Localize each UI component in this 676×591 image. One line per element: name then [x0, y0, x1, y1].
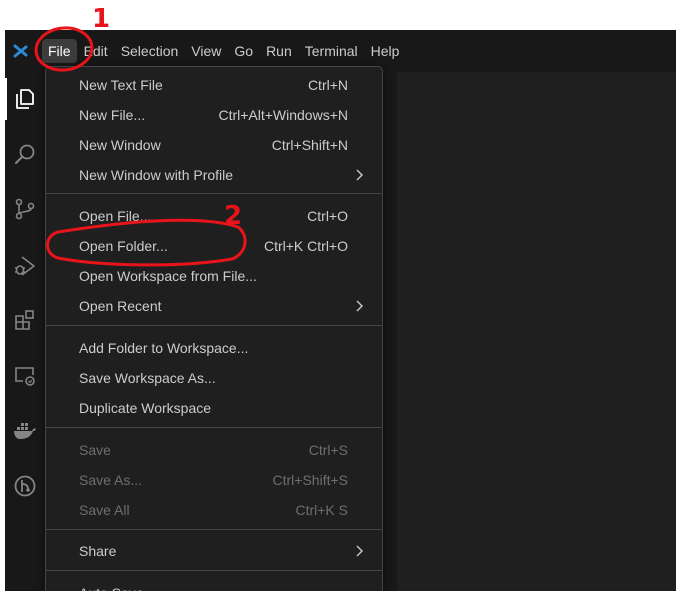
menu-item-shortcut: Ctrl+Alt+Windows+N: [218, 107, 348, 123]
menu-separator: [46, 193, 382, 194]
menu-view[interactable]: View: [185, 39, 227, 63]
menu-item-label: Save Workspace As...: [79, 370, 216, 386]
menu-item-add-folder-to-workspace[interactable]: Add Folder to Workspace...: [46, 334, 382, 362]
menu-file[interactable]: File: [42, 39, 77, 63]
file-menu: New Text File Ctrl+N New File... Ctrl+Alt+W…: [45, 66, 383, 591]
menu-item-save-workspace-as[interactable]: Save Workspace As...: [46, 364, 382, 392]
menu-item-label: Open Recent: [79, 298, 162, 314]
menu-item-label: Add Folder to Workspace...: [79, 340, 249, 356]
menu-item-label: Duplicate Workspace: [79, 400, 212, 416]
menu-item-label: Open Workspace from File...: [79, 268, 257, 284]
menu-item-shortcut: Ctrl+Shift+N: [271, 137, 348, 153]
menu-separator: [46, 570, 382, 571]
menu-item-new-file[interactable]: New File... Ctrl+Alt+Windows+N: [46, 101, 382, 129]
remote-explorer-icon[interactable]: [11, 362, 39, 390]
menu-item-duplicate-workspace[interactable]: Duplicate Workspace: [46, 394, 382, 422]
menu-item-label: New Window with Profile: [79, 167, 234, 183]
menu-item-open-folder[interactable]: Open Folder... Ctrl+K Ctrl+O: [46, 232, 382, 260]
menu-item-save[interactable]: Save Ctrl+S: [46, 436, 382, 464]
source-control-icon[interactable]: [11, 195, 39, 223]
menu-item-shortcut: Ctrl+N: [307, 77, 348, 93]
menu-item-save-all[interactable]: Save All Ctrl+K S: [46, 496, 382, 524]
docker-icon[interactable]: [11, 417, 39, 445]
menu-item-save-as[interactable]: Save As... Ctrl+Shift+S: [46, 466, 382, 494]
menu-item-new-window[interactable]: New Window Ctrl+Shift+N: [46, 131, 382, 159]
menu-item-shortcut: Ctrl+O: [307, 208, 348, 224]
run-debug-icon[interactable]: [11, 252, 39, 280]
menu-item-label: New Text File: [79, 77, 163, 93]
menu-separator: [46, 325, 382, 326]
menu-item-open-file[interactable]: Open File... Ctrl+O: [46, 202, 382, 230]
menu-item-label: Auto Save: [79, 585, 144, 591]
menu-item-share[interactable]: Share: [46, 537, 382, 565]
menu-go[interactable]: Go: [228, 39, 259, 63]
extensions-icon[interactable]: [11, 306, 39, 334]
menu-item-shortcut: Ctrl+Shift+S: [272, 472, 348, 488]
menu-item-label: Save As...: [79, 472, 143, 488]
explorer-icon[interactable]: [5, 78, 39, 120]
gitlens-icon[interactable]: [11, 472, 39, 500]
menu-item-label: New File...: [79, 107, 146, 123]
menu-item-new-text-file[interactable]: New Text File Ctrl+N: [46, 71, 382, 99]
chevron-right-icon: [356, 169, 363, 181]
menu-item-shortcut: Ctrl+S: [308, 442, 348, 458]
menu-item-label: Save All: [79, 502, 130, 518]
search-icon[interactable]: [11, 140, 39, 168]
menu-item-open-workspace-from-file[interactable]: Open Workspace from File...: [46, 262, 382, 290]
editor-area: [397, 72, 676, 591]
menu-run[interactable]: Run: [260, 39, 298, 63]
menu-item-open-recent[interactable]: Open Recent: [46, 292, 382, 320]
menu-item-label: Open Folder...: [79, 238, 168, 254]
menu-help[interactable]: Help: [365, 39, 406, 63]
menu-item-shortcut: Ctrl+K Ctrl+O: [263, 238, 348, 254]
menu-item-new-window-with-profile[interactable]: New Window with Profile: [46, 161, 382, 189]
menu-item-label: New Window: [79, 137, 161, 153]
activity-bar: [5, 72, 45, 591]
chevron-right-icon: [356, 545, 363, 557]
menu-item-label: Save: [79, 442, 111, 458]
menu-edit[interactable]: Edit: [78, 39, 114, 63]
menu-item-auto-save[interactable]: Auto Save: [46, 579, 382, 591]
vscode-logo-icon[interactable]: [13, 42, 35, 60]
menu-item-label: Share: [79, 543, 117, 559]
menu-separator: [46, 529, 382, 530]
chevron-right-icon: [356, 300, 363, 312]
menu-separator: [46, 427, 382, 428]
menu-item-label: Open File...: [79, 208, 152, 224]
menu-selection[interactable]: Selection: [115, 39, 185, 63]
menu-terminal[interactable]: Terminal: [299, 39, 364, 63]
menu-item-shortcut: Ctrl+K S: [295, 502, 348, 518]
